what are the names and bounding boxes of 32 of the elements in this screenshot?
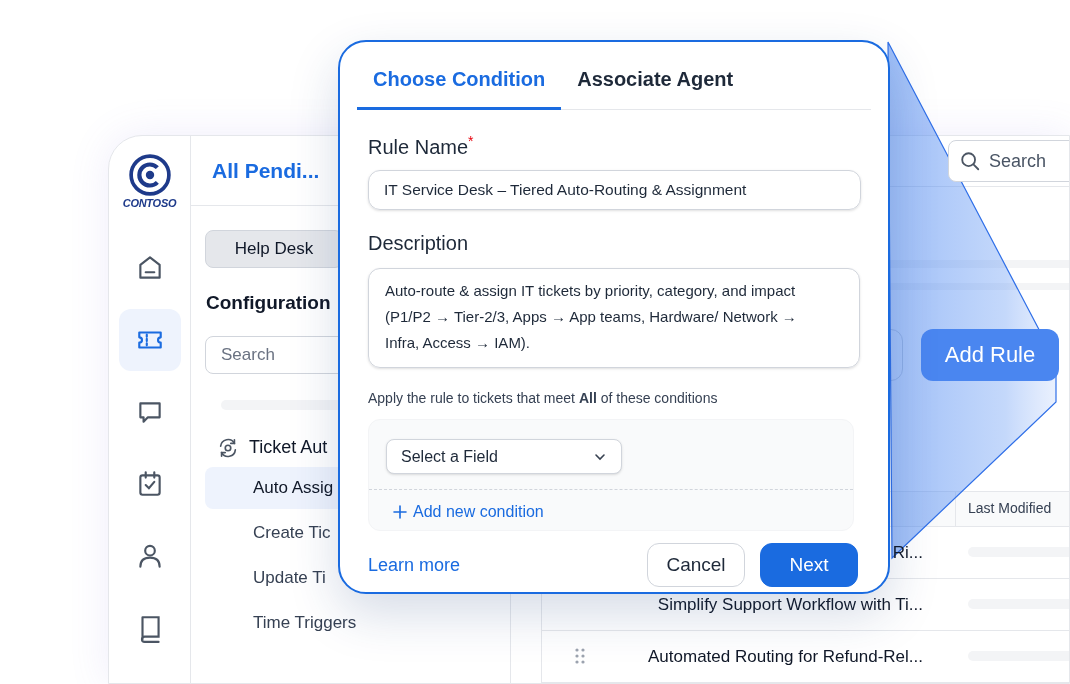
search-placeholder: Search bbox=[989, 149, 1047, 173]
tab[interactable]: Associate Agent bbox=[561, 64, 750, 110]
field-label: Description bbox=[368, 231, 470, 256]
field-label: Rule Name bbox=[368, 135, 469, 160]
rule-name-field[interactable]: IT Service Desk – Tiered Auto-Routing & Assignment bbox=[368, 170, 861, 210]
brand-name: CONTOSO bbox=[122, 198, 177, 209]
sync-gear-icon bbox=[217, 436, 239, 459]
panel-title: All Pendi... bbox=[212, 157, 320, 184]
rule-title[interactable]: Simplify Support Workflow with Ti... bbox=[657, 591, 923, 618]
drag-handle-icon[interactable] bbox=[574, 648, 585, 665]
description-field[interactable]: Auto-route & assign IT tickets by priority, category, and impact (P1/P2 → Tier-2/3, Apps → App teams, Hardware/ Network → Infra, Access → IAM). bbox=[368, 268, 860, 368]
next-button[interactable]: Next bbox=[760, 543, 858, 587]
nav-button[interactable] bbox=[118, 309, 181, 371]
cancel-button[interactable]: Cancel bbox=[647, 543, 745, 587]
logo-icon bbox=[128, 154, 171, 196]
search-icon bbox=[959, 150, 981, 173]
tab[interactable]: Choose Condition bbox=[357, 64, 562, 110]
select-placeholder: Select a Field bbox=[401, 446, 498, 467]
rule-title[interactable]: Automated Routing for Refund-Rel... bbox=[648, 643, 923, 670]
group-label[interactable]: Ticket Aut bbox=[249, 434, 328, 461]
section-title: Configuration bbox=[206, 291, 331, 315]
menu-item[interactable]: Time Triggers bbox=[205, 602, 496, 644]
add-rule-button[interactable]: Add Rule bbox=[921, 329, 1059, 381]
search-field[interactable]: Search bbox=[948, 140, 1069, 183]
column-header: Last Modified bbox=[967, 499, 1052, 519]
plus-icon bbox=[393, 505, 407, 519]
add-condition-link[interactable]: Add new condition bbox=[393, 500, 544, 524]
required-mark: * bbox=[468, 134, 474, 148]
rule-title[interactable]: Ri... bbox=[892, 539, 923, 566]
learn-more-link[interactable]: Learn more bbox=[368, 551, 461, 579]
field-select[interactable]: Select a Field bbox=[386, 439, 622, 474]
conditions-hint: Apply the rule to tickets that meet All of these conditions bbox=[368, 389, 719, 408]
